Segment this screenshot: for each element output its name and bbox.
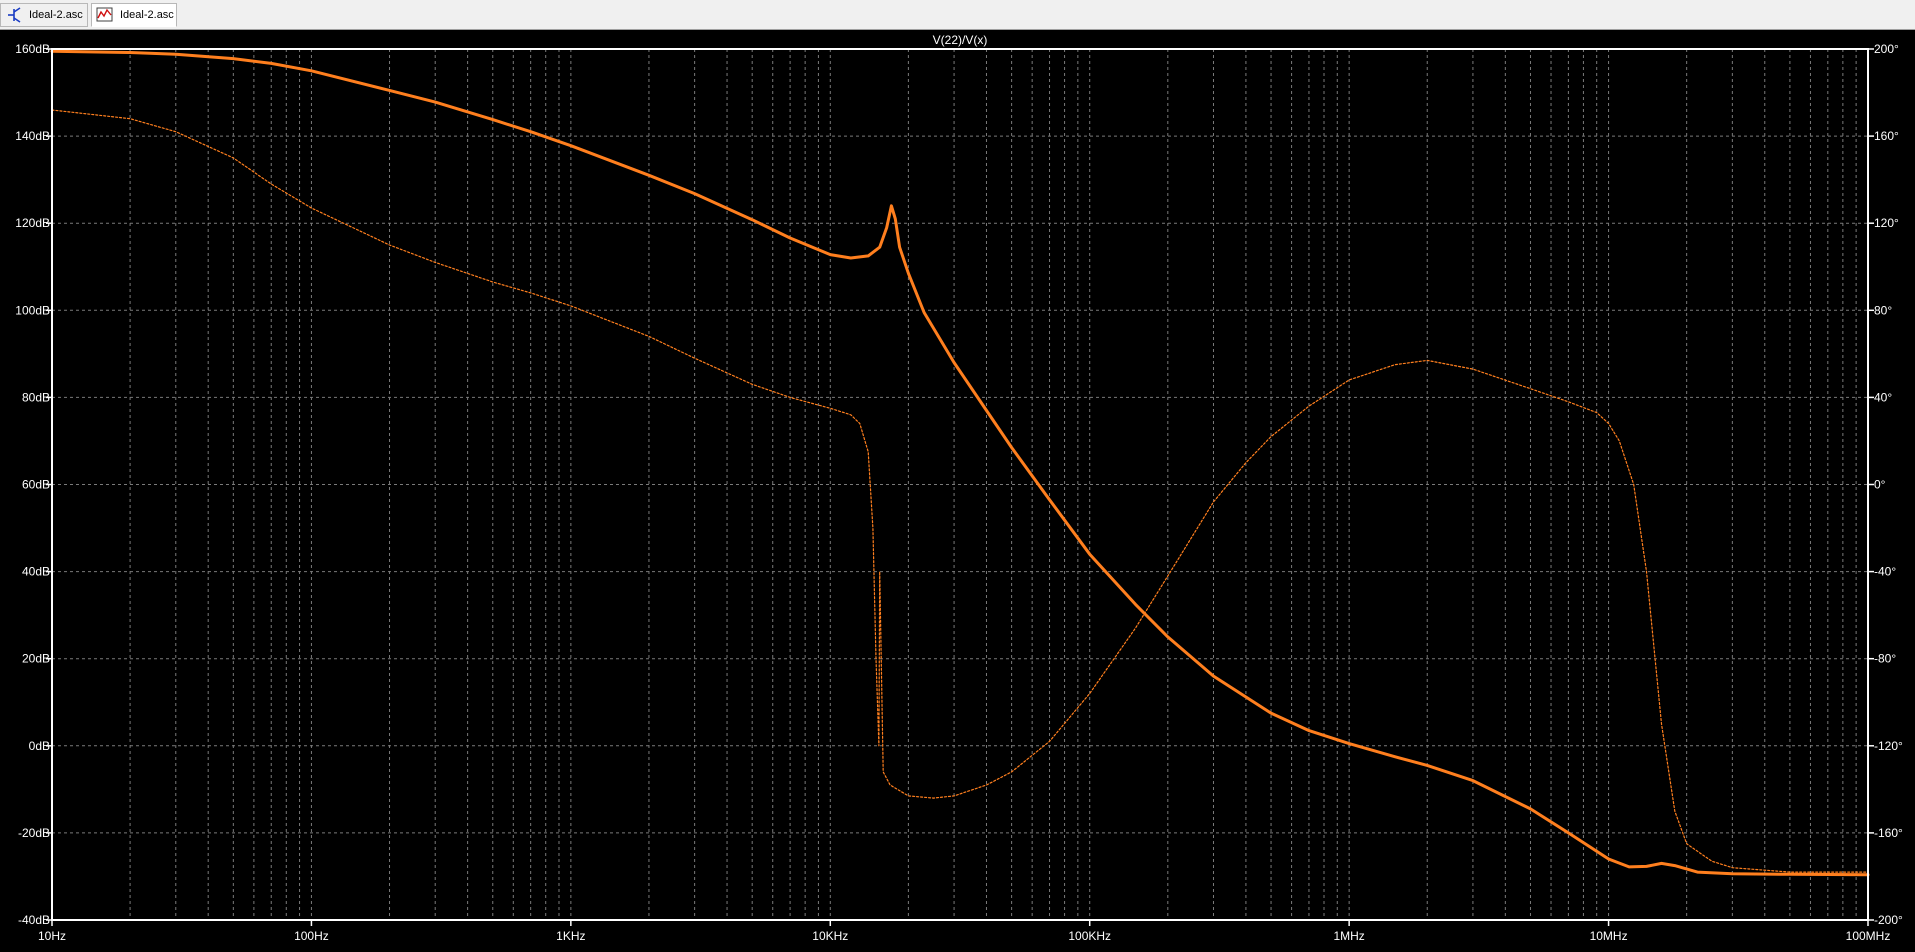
bode-plot[interactable]: 160dB 140dB 120dB 100dB 80dB 60dB 40dB 20dB 0dB -… [0, 30, 1915, 947]
x-tick-label: 100MHz [1846, 929, 1891, 943]
x-tick-label: 1KHz [556, 929, 585, 943]
y-tick-label-left: 160dB [15, 42, 50, 56]
y-tick-label-left: 20dB [22, 652, 50, 666]
tab-waveform[interactable]: Ideal-2.asc [91, 3, 177, 27]
y-tick-label-right: -120° [1874, 739, 1903, 753]
y-tick-label-left: 40dB [22, 565, 50, 579]
waveform-icon [96, 6, 114, 24]
schematic-icon [5, 6, 23, 24]
tab-waveform-label: Ideal-2.asc [120, 9, 174, 21]
y-tick-label-right: 40° [1874, 390, 1892, 404]
y-tick-label-left: -20dB [18, 826, 50, 840]
y-tick-label-right: 160° [1874, 129, 1899, 143]
y-tick-label-left: 100dB [15, 303, 50, 317]
plot-title[interactable]: V(22)/V(x) [933, 33, 988, 47]
plot-pane[interactable]: 160dB 140dB 120dB 100dB 80dB 60dB 40dB 20dB 0dB -… [0, 30, 1915, 947]
y-tick-label-right: 0° [1874, 478, 1886, 492]
y-tick-label-right: -40° [1874, 565, 1896, 579]
y-tick-label-left: 140dB [15, 129, 50, 143]
y-tick-label-right: -160° [1874, 826, 1903, 840]
y-tick-label-left: 0dB [29, 739, 50, 753]
y-tick-label-right: -200° [1874, 913, 1903, 927]
y-tick-label-right: 200° [1874, 42, 1899, 56]
y-tick-label-left: 80dB [22, 390, 50, 404]
y-tick-label-right: 80° [1874, 303, 1892, 317]
traces [50, 49, 1870, 877]
y-tick-label-right: 120° [1874, 216, 1899, 230]
phase-trace [51, 109, 1869, 873]
x-tick-label: 100Hz [294, 929, 329, 943]
x-tick-label: 1MHz [1333, 929, 1364, 943]
tab-schematic[interactable]: Ideal-2.asc [0, 3, 88, 27]
y-tick-label-right: -80° [1874, 652, 1896, 666]
axes: 160dB 140dB 120dB 100dB 80dB 60dB 40dB 20dB 0dB -… [15, 42, 1903, 943]
x-tick-label: 10Hz [38, 929, 66, 943]
x-tick-label: 10KHz [812, 929, 848, 943]
tab-schematic-label: Ideal-2.asc [29, 9, 83, 21]
y-tick-label-left: 60dB [22, 478, 50, 492]
x-tick-label: 10MHz [1590, 929, 1628, 943]
y-tick-label-left: -40dB [18, 913, 50, 927]
x-tick-label: 100KHz [1068, 929, 1111, 943]
tab-bar: Ideal-2.asc Ideal-2.asc [0, 0, 1915, 30]
y-tick-label-left: 120dB [15, 216, 50, 230]
magnitude-trace [50, 49, 1870, 877]
grid [52, 49, 1868, 920]
